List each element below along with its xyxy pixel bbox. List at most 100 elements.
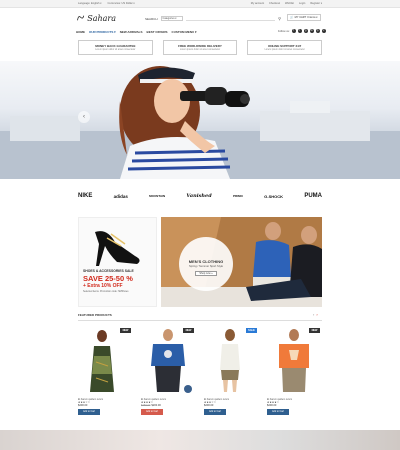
product-price: $200.00 [78, 404, 133, 407]
feature-subtitle: Lorem ipsum dolor sit amet consectetur [264, 49, 305, 51]
product-price-value: $200.00 [267, 404, 277, 407]
promo-shoes-banner[interactable]: SHOES & ACCESSORIES SALE SAVE 25-50 % + … [78, 217, 157, 307]
top-bar: Language: English ▾ Currencies: US Dolla… [0, 0, 400, 8]
divider [78, 320, 322, 321]
logo-emblem-icon [77, 15, 85, 21]
hero-slider[interactable]: ‹ [0, 61, 400, 179]
add-to-cart-button[interactable]: Add to Cart [141, 409, 163, 415]
new-badge: NEW [120, 328, 131, 333]
product-price: $200.00 [267, 404, 322, 407]
search-category-select[interactable]: Categories ▾ [160, 16, 183, 21]
cart-items: 0 items ▾ [307, 16, 318, 19]
promo-title: SHOES & ACCESSORIES SALE [83, 269, 134, 273]
nav-item-best-offers[interactable]: BEST OFFERS [147, 30, 168, 34]
product-image[interactable]: NEW [267, 326, 322, 396]
product-image[interactable]: NEW [78, 326, 133, 396]
carousel-next-button[interactable]: › [316, 312, 317, 317]
brand-puma[interactable]: PUMA [304, 193, 322, 199]
brand-mountain[interactable]: MOUNTAIN [149, 194, 165, 198]
wishlist-link[interactable]: Wishlist [285, 2, 294, 5]
product-price-value: $200.00 [151, 404, 161, 407]
hero-image [0, 66, 400, 179]
site-logo[interactable]: Sahara [76, 10, 116, 26]
currency-selector[interactable]: Currencies: US Dollar ▾ [108, 2, 135, 5]
new-badge: NEW [183, 328, 194, 333]
product-old-price: $250.00 [141, 404, 151, 407]
search-label: SEARCH [145, 16, 158, 21]
language-selector[interactable]: Language: English ▾ [78, 2, 102, 5]
search-bar: SEARCH Categories ▾ ⚲ [145, 15, 281, 22]
product-dress-image [90, 330, 114, 392]
feature-money-back: MONEY BACK GUARANTEE Lorem ipsum dolor s… [78, 40, 153, 55]
feature-subtitle: Lorem ipsum dolor sit amet consectetur [95, 49, 136, 51]
bottom-banner [0, 430, 400, 450]
brand-nike[interactable]: NIKE [78, 193, 92, 199]
product-card[interactable]: NEW Et harum quidem rerum ★★★☆☆ $200.00 … [78, 326, 133, 424]
follow-label: Follow us: [278, 29, 290, 33]
brand-primo[interactable]: PRIMO [233, 194, 243, 198]
vimeo-icon[interactable]: v [321, 29, 326, 33]
promo-mens-subtitle: Spring / Summer Sport Style [188, 265, 224, 268]
add-to-cart-button[interactable]: Add to Cart [204, 409, 226, 415]
feature-title: MONEY BACK GUARANTEE [95, 44, 136, 48]
nav-item-home[interactable]: HOME [76, 30, 85, 34]
twitter-icon[interactable]: t [297, 29, 302, 33]
shoe-image [95, 231, 140, 266]
search-input[interactable] [185, 16, 276, 21]
search-icon[interactable]: ⚲ [278, 16, 281, 21]
feature-boxes: MONEY BACK GUARANTEE Lorem ipsum dolor s… [78, 40, 323, 55]
checkout-link[interactable]: Checkout [269, 2, 280, 5]
product-price-value: $200.00 [78, 404, 88, 407]
brand-logos: NIKE adidas MOUNTAIN Vanished PRIMO G-SH… [78, 183, 322, 209]
login-link[interactable]: Login [299, 2, 305, 5]
brand-gshock[interactable]: G-SHOCK [264, 194, 283, 199]
product-card[interactable]: NEW Et harum quidem rerum ★★★★☆ $200.00 … [267, 326, 322, 424]
feature-online-support: ONLINE SUPPORT 24/7 Lorem ipsum dolor si… [247, 40, 323, 55]
linkedin-icon[interactable]: in [309, 29, 314, 33]
product-tshirt-image [151, 329, 192, 393]
product-price: $200.00 [204, 404, 259, 407]
promo-circle [179, 237, 233, 291]
nav-item-custom-menu[interactable]: CUSTOM MENU ▾ [172, 30, 197, 34]
promo-discount: SAVE 25-50 % [83, 274, 133, 283]
new-badge: NEW [309, 328, 320, 333]
featured-products-title: FEATURED PRODUCTS [78, 313, 112, 317]
carousel-prev-button[interactable]: ‹ [313, 312, 314, 317]
add-to-cart-button[interactable]: Add to Cart [78, 409, 100, 415]
google-plus-icon[interactable]: g [303, 29, 308, 33]
promo-code-text: Selected items. Promotion code: SMShoes [83, 290, 129, 293]
brand-vanished[interactable]: Vanished [186, 193, 211, 199]
brand-adidas[interactable]: adidas [114, 194, 128, 199]
facebook-icon[interactable]: f [291, 29, 296, 33]
featured-carousel-controls: ‹ › [313, 312, 318, 317]
add-to-cart-button[interactable]: Add to Cart [267, 409, 289, 415]
nav-item-new-arrivals[interactable]: NEW ARRIVALS [120, 30, 143, 34]
register-link[interactable]: Register ▾ [310, 2, 322, 5]
logo-text: Sahara [87, 13, 116, 23]
product-top-image [220, 329, 240, 392]
cart-label: MY CART [294, 16, 307, 19]
product-price: $250.00$200.00 [141, 404, 196, 407]
hero-prev-arrow[interactable]: ‹ [78, 111, 90, 123]
sale-badge: SALE [246, 328, 257, 333]
pinterest-icon[interactable]: p [315, 29, 320, 33]
social-links: Follow us: f t g in p v [278, 29, 326, 33]
product-grid: NEW Et harum quidem rerum ★★★☆☆ $200.00 … [78, 326, 322, 424]
product-card[interactable]: SALE Et harum quidem rerum ★★★☆☆ $200.00… [204, 326, 259, 424]
shop-now-button[interactable]: Shop now » [195, 271, 217, 276]
my-account-link[interactable]: My account [251, 2, 264, 5]
promo-mens-banner[interactable]: MEN'S CLOTHING Spring / Summer Sport Sty… [161, 217, 322, 307]
product-card[interactable]: NEW Et harum quidem rerum ★★★★☆ $250.00$… [141, 326, 196, 424]
feature-title: ONLINE SUPPORT 24/7 [268, 44, 302, 48]
product-orange-tee-image [279, 329, 309, 392]
product-price-value: $200.00 [204, 404, 214, 407]
nav-item-our-products[interactable]: OUR PRODUCTS ▾ [89, 30, 116, 34]
cart-icon: 🛒 [290, 16, 294, 19]
cart-button[interactable]: 🛒 MY CART 0 items ▾ [287, 14, 321, 21]
promo-extra: + Extra 10% OFF [83, 283, 123, 289]
product-image[interactable]: NEW [141, 326, 196, 396]
product-image[interactable]: SALE [204, 326, 259, 396]
feature-free-delivery: FREE WORLDWIDE DELIVERY Lorem ipsum dolo… [162, 40, 238, 55]
feature-subtitle: Lorem ipsum dolor sit amet consectetur [179, 49, 221, 51]
promo-mens-title: MEN'S CLOTHING [188, 259, 224, 264]
